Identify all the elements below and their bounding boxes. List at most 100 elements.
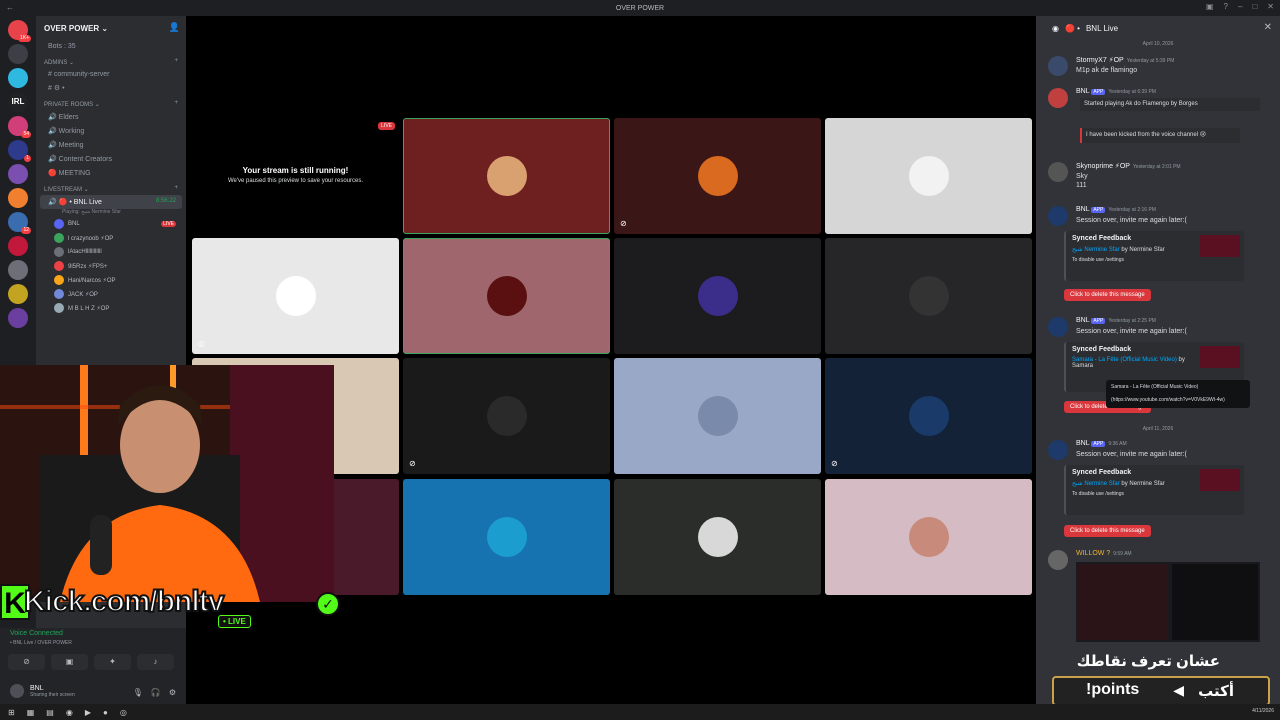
inbox-icon[interactable]: ▣ bbox=[1206, 2, 1214, 11]
close-window-icon[interactable]: ✕ bbox=[1267, 2, 1274, 11]
delete-message-button[interactable]: Click to delete this message bbox=[1064, 525, 1151, 537]
activities-button[interactable]: ✦ bbox=[94, 654, 131, 670]
voice-channel-bnl-live[interactable]: 🔊 🔴 • BNL Live 8:56:22 bbox=[40, 195, 182, 209]
voice-user[interactable]: M B L H Z ⚡OP bbox=[36, 301, 186, 315]
voice-user-name: lAtacHllllllllllll bbox=[68, 249, 102, 255]
back-arrow-icon[interactable]: ← bbox=[6, 3, 14, 12]
server-icon[interactable] bbox=[8, 44, 28, 64]
attachment-image[interactable] bbox=[1076, 562, 1260, 642]
participant-tile[interactable] bbox=[403, 118, 610, 234]
voice-status[interactable]: Voice Connected bbox=[10, 630, 63, 637]
current-user[interactable]: BNL Sharing their screen bbox=[10, 684, 75, 698]
server-icon[interactable] bbox=[8, 260, 28, 280]
user-status: Sharing their screen bbox=[30, 691, 75, 698]
avatar bbox=[10, 684, 24, 698]
server-icon[interactable]: 1K+ bbox=[8, 20, 31, 42]
category-livestream[interactable]: LIVESTREAM ⌄ + bbox=[36, 180, 186, 195]
chat-title: BNL Live bbox=[1085, 23, 1119, 33]
category-private-rooms[interactable]: PRIVATE ROOMS ⌄ + bbox=[36, 95, 186, 110]
task-view-icon[interactable]: ▦ bbox=[27, 708, 35, 717]
windows-start-icon[interactable]: ⊞ bbox=[8, 708, 15, 717]
soundboard-button[interactable]: ♪ bbox=[137, 654, 174, 670]
headphones-icon[interactable]: 🎧 bbox=[151, 688, 161, 697]
chrome-icon[interactable]: ◉ bbox=[66, 708, 73, 717]
participant-tile[interactable] bbox=[403, 238, 610, 354]
participant-tile[interactable]: ⊘ bbox=[614, 118, 821, 234]
muted-mic-icon: ⊘ bbox=[409, 459, 416, 468]
voice-channel-meeting-red[interactable]: 🔴 MEETING bbox=[36, 166, 186, 180]
media-icon[interactable]: ▶ bbox=[85, 708, 91, 717]
avatar bbox=[697, 517, 738, 557]
participant-tile[interactable] bbox=[825, 479, 1032, 595]
chat-header: ◉ 🔴 • BNL Live ✕ bbox=[1052, 22, 1272, 33]
maximize-icon[interactable]: □ bbox=[1252, 2, 1257, 11]
avatar bbox=[54, 233, 64, 243]
webcam-image bbox=[0, 365, 334, 602]
link-tooltip: Samara - La Fête (Official Music Video) … bbox=[1106, 380, 1250, 408]
participant-tile[interactable]: ◎ bbox=[192, 238, 399, 354]
voice-user[interactable]: 9l5Rzx ⚡FPS+ bbox=[36, 259, 186, 273]
paused-title: Your stream is still running! bbox=[242, 166, 349, 175]
avatar bbox=[54, 303, 64, 313]
channel-community-server[interactable]: # community-server bbox=[36, 68, 186, 81]
server-icon[interactable]: 1 bbox=[8, 140, 31, 162]
delete-message-button[interactable]: Click to delete this message bbox=[1064, 289, 1151, 301]
synced-feedback-embed: Synced Feedback شبح Nermine Sfar by Nerm… bbox=[1064, 465, 1244, 515]
voice-user[interactable]: JACK ⚡OP bbox=[36, 287, 186, 301]
mic-icon[interactable]: 🎙 bbox=[133, 688, 143, 697]
server-icon[interactable] bbox=[8, 164, 28, 184]
avatar bbox=[1048, 56, 1068, 76]
participant-tile[interactable]: ⊘ bbox=[403, 358, 610, 474]
user-name: BNL bbox=[30, 684, 44, 692]
channel-settings[interactable]: # ⚙ • bbox=[36, 81, 186, 95]
paused-subtitle: We've paused this preview to save your r… bbox=[227, 178, 364, 184]
voice-channel-content-creators[interactable]: 🔊 Content Creators bbox=[36, 152, 186, 166]
close-icon[interactable]: ✕ bbox=[1264, 22, 1272, 33]
voice-channel-elders[interactable]: 🔊 Elders bbox=[36, 110, 186, 124]
participant-tile[interactable] bbox=[825, 238, 1032, 354]
mention-badge: 12 bbox=[21, 227, 31, 234]
song-link[interactable]: شبح Nermine Sfar bbox=[1072, 247, 1120, 253]
avatar bbox=[275, 276, 316, 316]
server-icon[interactable]: 12 bbox=[8, 212, 31, 234]
server-icon[interactable] bbox=[8, 188, 28, 208]
window-title: OVER POWER bbox=[615, 4, 665, 12]
server-icon[interactable]: IRL bbox=[8, 92, 28, 112]
voice-user[interactable]: lAtacHllllllllllll bbox=[36, 245, 186, 259]
stream-icon: ◎ bbox=[198, 339, 205, 348]
voice-channel-meeting[interactable]: 🔊 Meeting bbox=[36, 138, 186, 152]
category-admins[interactable]: ADMINS ⌄ + bbox=[36, 53, 186, 68]
file-explorer-icon[interactable]: ▤ bbox=[46, 708, 54, 717]
server-icon[interactable] bbox=[8, 68, 28, 88]
voice-channel-working[interactable]: 🔊 Working bbox=[36, 124, 186, 138]
server-icon[interactable] bbox=[8, 236, 28, 256]
participant-tile[interactable] bbox=[614, 238, 821, 354]
camera-button[interactable]: ⊘ bbox=[8, 654, 45, 670]
screen-share-button[interactable]: ▣ bbox=[51, 654, 88, 670]
participant-tile[interactable] bbox=[614, 358, 821, 474]
server-icon[interactable] bbox=[8, 308, 28, 328]
server-icon[interactable]: 54 bbox=[8, 116, 31, 138]
participant-tile[interactable] bbox=[403, 479, 610, 595]
video-thumbnail bbox=[1200, 469, 1240, 491]
avatar bbox=[697, 396, 738, 436]
server-header[interactable]: OVER POWER ⌄ 👤 bbox=[36, 16, 186, 40]
obs-icon[interactable]: ◎ bbox=[120, 708, 127, 717]
discord-icon[interactable]: ● bbox=[103, 708, 108, 717]
minimize-icon[interactable]: – bbox=[1238, 2, 1242, 11]
arrow-left-icon: ◀ bbox=[1173, 682, 1184, 698]
paused-stream-tile[interactable]: LIVE Your stream is still running! We've… bbox=[192, 118, 399, 234]
settings-icon[interactable]: ⚙ bbox=[169, 688, 176, 697]
voice-user[interactable]: Hani/Narcos ⚡OP bbox=[36, 273, 186, 287]
add-member-icon[interactable]: 👤 bbox=[169, 22, 180, 33]
kick-live-badge: • LIVE bbox=[218, 615, 251, 628]
voice-user[interactable]: l crazynoob ⚡OP bbox=[36, 231, 186, 245]
song-link[interactable]: شبح Nermine Sfar bbox=[1072, 481, 1120, 487]
participant-tile[interactable]: ⊘ bbox=[825, 358, 1032, 474]
participant-tile[interactable] bbox=[614, 479, 821, 595]
participant-tile[interactable] bbox=[825, 118, 1032, 234]
voice-user[interactable]: BNL LIVE bbox=[36, 217, 186, 231]
avatar bbox=[908, 276, 949, 316]
help-icon[interactable]: ? bbox=[1224, 2, 1228, 11]
server-icon[interactable] bbox=[8, 284, 28, 304]
